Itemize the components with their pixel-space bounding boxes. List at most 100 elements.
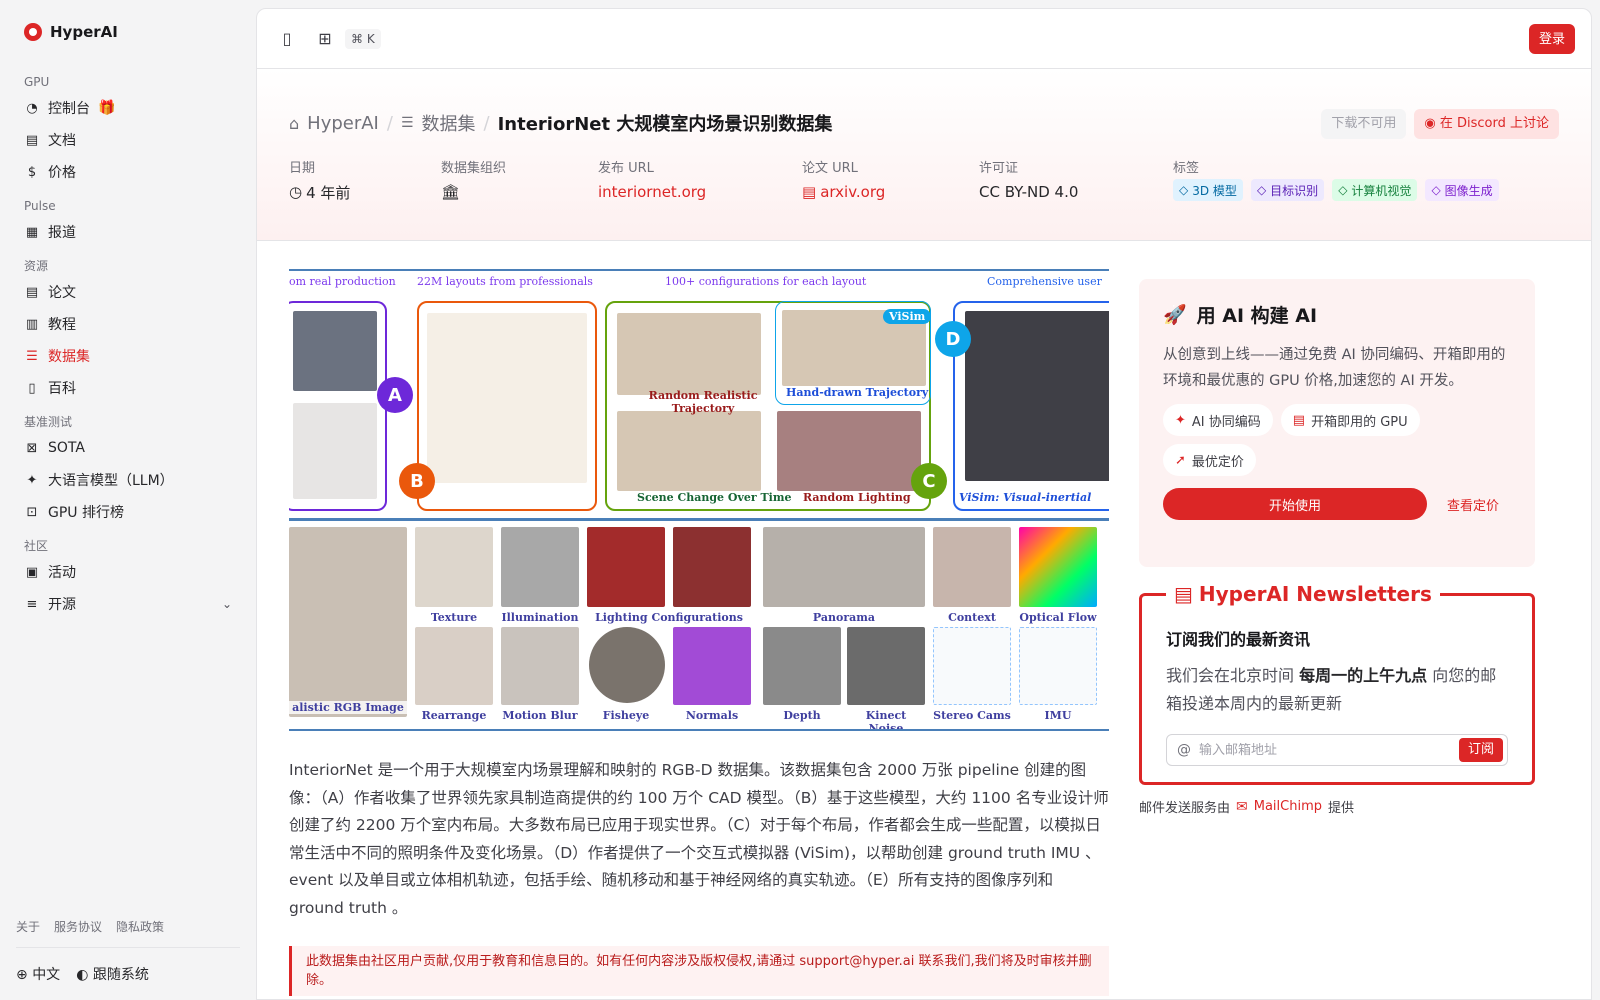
sidebar-item-gpu-leaderboard[interactable]: ⊡ GPU 排行榜 [16, 496, 240, 528]
figure-header: 22M layouts from professionals [417, 275, 593, 288]
topbar: ▯ ⊞ ⌘ K 登录 [257, 9, 1591, 69]
meta-value: ◷ 4 年前 [289, 179, 441, 205]
at-icon: @ [1177, 742, 1191, 758]
building-icon: 🏛 [441, 183, 461, 201]
footer-link-terms[interactable]: 服务协议 [54, 918, 102, 935]
figure-caption: Stereo Cams [933, 709, 1011, 722]
panel-label: Random Lighting [803, 491, 911, 504]
tag-label: 目标识别 [1270, 183, 1319, 198]
sidebar-toggle-icon[interactable]: ▯ [273, 25, 301, 53]
promo-title: 🚀 用 AI 构建 AI [1163, 301, 1511, 328]
panel-label: Scene Change Over Time [637, 491, 792, 504]
badge-a: A [377, 377, 413, 413]
meta-label: 标签 [1173, 161, 1200, 176]
language-switcher[interactable]: ⊕ 中文 [16, 964, 60, 984]
release-url-link[interactable]: interiornet.org [598, 179, 802, 205]
panel-d: ViSim: Visual-inertial [953, 301, 1109, 511]
email-input[interactable] [1199, 742, 1459, 758]
sidebar-item-papers[interactable]: ▤ 论文 [16, 276, 240, 308]
tag-label: 3D 模型 [1192, 183, 1237, 198]
hyperai-logo-icon [24, 23, 42, 41]
sidebar-item-label: 价格 [48, 165, 76, 181]
apps-icon[interactable]: ⊞ [311, 25, 339, 53]
database-icon: ☰ [400, 115, 414, 131]
subscribe-button[interactable]: 订阅 [1458, 738, 1503, 762]
breadcrumb-separator: / [483, 112, 490, 134]
figure-caption: Texture [430, 611, 478, 624]
discord-button[interactable]: ◉ 在 Discord 上讨论 [1414, 109, 1559, 139]
normals-thumbnail [673, 627, 751, 705]
figure-caption: Panorama [812, 611, 876, 624]
theme-switcher[interactable]: ◐ 跟随系统 [76, 964, 149, 984]
breadcrumb-section[interactable]: 数据集 [422, 110, 476, 136]
sidebar-item-reports[interactable]: ▦ 报道 [16, 216, 240, 248]
footer-link-about[interactable]: 关于 [16, 918, 40, 935]
imu-thumbnail [1019, 627, 1097, 705]
view-pricing-link[interactable]: 查看定价 [1447, 495, 1499, 514]
layouts-thumbnail [427, 313, 587, 483]
meta-date: 日期 ◷ 4 年前 [289, 157, 441, 205]
photo-thumbnail [293, 311, 377, 391]
command-shortcut[interactable]: ⌘ K [345, 28, 381, 49]
figure-caption: Lighting Configurations [595, 611, 743, 624]
wiki-icon: ▯ [28, 380, 36, 396]
dataset-header: ⌂ HyperAI / ☰ 数据集 / InteriorNet 大规模室内场景识… [257, 69, 1591, 241]
sidebar-footer: 关于 服务协议 隐私政策 ⊕ 中文 ◐ 跟随系统 [16, 918, 240, 1000]
tag-label: 图像生成 [1444, 183, 1493, 198]
mail-icon: ✉ [1236, 798, 1248, 815]
meta-paper-url: 论文 URL ▤ arxiv.org [802, 157, 979, 205]
sidebar-item-sota[interactable]: ⊠ SOTA [16, 432, 240, 464]
figure-caption: Optical Flow [1019, 611, 1097, 624]
sidebar-item-wiki[interactable]: ▯ 百科 [16, 372, 240, 404]
breadcrumb-home[interactable]: HyperAI [307, 113, 379, 134]
sidebar-item-docs[interactable]: ▤ 文档 [16, 124, 240, 156]
panel-label: ViSim: Visual-inertial [959, 491, 1092, 504]
panorama-thumbnail [763, 527, 925, 607]
gauge-icon: ◔ [26, 100, 38, 116]
clock-icon: ◷ [289, 183, 303, 201]
sidebar-item-open-source[interactable]: ≡ 开源 ⌄ [16, 588, 240, 620]
support-email-link[interactable]: support@hyper.ai [799, 954, 914, 969]
promo-description: 从创意到上线——通过免费 AI 协同编码、开箱即用的环境和最优惠的 GPU 价格… [1163, 347, 1506, 389]
tag-icon: ◇ [1338, 183, 1348, 197]
tag-object-recognition[interactable]: ◇ 目标识别 [1250, 179, 1325, 201]
footer-settings: ⊕ 中文 ◐ 跟随系统 [16, 948, 240, 1000]
desc-part: 我们会在北京时间 [1166, 666, 1295, 685]
sidebar-item-label: 控制台 [48, 101, 90, 117]
tag-computer-vision[interactable]: ◇ 计算机视觉 [1332, 179, 1418, 201]
sidebar-item-datasets[interactable]: ☰ 数据集 [16, 340, 240, 372]
sidebar-item-tutorials[interactable]: ▥ 教程 [16, 308, 240, 340]
sidebar: HyperAI GPU ◔ 控制台 🎁 ▤ 文档 $ 价格 Pulse ▦ 报道… [0, 0, 256, 1000]
rocket-icon: ➚ [1175, 452, 1186, 468]
get-started-button[interactable]: 开始使用 [1163, 488, 1427, 520]
sidebar-item-label: 数据集 [48, 349, 90, 365]
sidebar-item-label: 教程 [48, 317, 76, 333]
copyright-notice: 此数据集由社区用户贡献,仅用于教育和信息目的。如有任何内容涉及版权侵权,请通过 … [289, 946, 1109, 996]
dataset-overview-figure: om real production 22M layouts from prof… [289, 269, 1109, 731]
sidebar-item-console[interactable]: ◔ 控制台 🎁 [16, 92, 240, 124]
sidebar-item-events[interactable]: ▣ 活动 [16, 556, 240, 588]
tag-image-generation[interactable]: ◇ 图像生成 [1425, 179, 1499, 201]
login-button[interactable]: 登录 [1528, 23, 1575, 54]
promo-title-text: 用 AI 构建 AI [1196, 305, 1318, 327]
sidebar-item-llm[interactable]: ✦ 大语言模型（LLM） [16, 464, 240, 496]
panel-a [289, 301, 387, 511]
sidebar-item-pricing[interactable]: $ 价格 [16, 156, 240, 188]
tag-3d-model[interactable]: ◇ 3D 模型 [1173, 179, 1243, 201]
feature-label: 开箱即用的 GPU [1311, 414, 1408, 430]
feature-label: AI 协同编码 [1191, 414, 1261, 430]
newsletter-box: ▤ HyperAI Newsletters 订阅我们的最新资讯 我们会在北京时间… [1139, 582, 1535, 785]
footer-link-privacy[interactable]: 隐私政策 [116, 918, 164, 935]
mailchimp-link[interactable]: MailChimp [1254, 799, 1322, 814]
illumination-thumbnail [501, 527, 579, 607]
trajectory-thumbnail [617, 313, 761, 395]
sidebar-item-label: SOTA [48, 440, 85, 456]
note-text: 提供 [1328, 801, 1355, 816]
figure-caption: alistic RGB Image [289, 701, 407, 714]
paper-icon: ▤ [25, 284, 39, 300]
feature-gpu: ▤ 开箱即用的 GPU [1280, 404, 1420, 436]
kinect-noise-thumbnail [847, 627, 925, 705]
brand[interactable]: HyperAI [16, 0, 240, 64]
sparkles-icon: ✦ [26, 472, 38, 488]
paper-url-link[interactable]: ▤ arxiv.org [802, 179, 979, 205]
